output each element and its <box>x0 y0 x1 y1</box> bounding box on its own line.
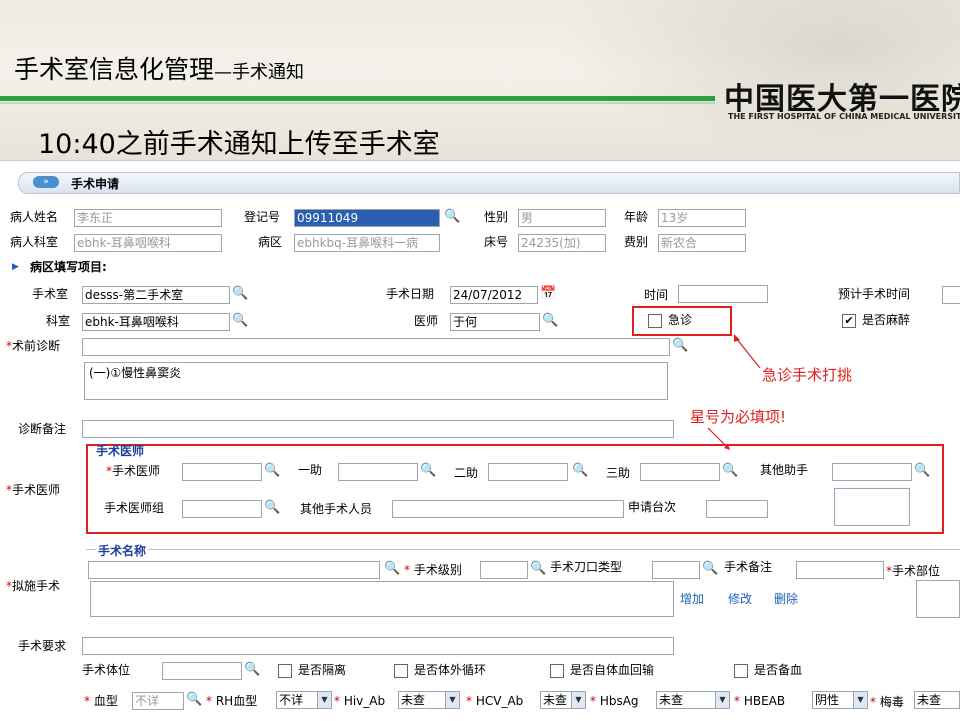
planned-group-title: 手术名称 <box>96 542 149 559</box>
op-req-label: 手术要求 <box>18 639 67 653</box>
other-assist-label: 其他助手 <box>760 463 809 477</box>
op-name-field[interactable] <box>88 561 380 579</box>
other-assist-list[interactable] <box>834 488 910 526</box>
other-staff-field[interactable] <box>392 500 624 518</box>
search-icon[interactable]: 🔍 <box>384 561 400 577</box>
hcv-label: * HCV_Ab <box>466 694 524 708</box>
search-icon[interactable]: 🔍 <box>264 463 280 479</box>
edit-link[interactable]: 修改 <box>728 590 752 607</box>
surgeon-label: *手术医师 <box>106 464 161 478</box>
planned-row-label: *拟施手术 <box>6 579 61 593</box>
surgeon-team-label: 手术医师组 <box>104 501 165 515</box>
assist1-label: 一助 <box>298 463 323 477</box>
incision-field[interactable] <box>652 561 700 579</box>
ecc-label: 是否体外循环 <box>414 663 487 677</box>
search-icon[interactable]: 🔍 <box>702 561 718 577</box>
planned-ops-list[interactable] <box>90 581 674 617</box>
op-site-label: *手术部位 <box>886 564 941 578</box>
assist3-field[interactable] <box>640 463 720 481</box>
surgeon-highlight-box <box>86 444 944 534</box>
syphilis-select[interactable]: 未查 <box>914 691 960 709</box>
hiv-label: * Hiv_Ab <box>334 694 386 708</box>
op-level-label: * 手术级别 <box>404 563 462 577</box>
diag-note-field[interactable] <box>82 420 674 438</box>
blood-prep-label: 是否备血 <box>754 663 803 677</box>
required-annotation: 星号为必填项! <box>690 408 787 426</box>
hbsag-select[interactable]: 未查 ▼ <box>656 691 730 709</box>
add-link[interactable]: 增加 <box>680 590 704 607</box>
rh-select[interactable]: 不详 ▼ <box>276 691 332 709</box>
surgeon-team-field[interactable] <box>182 500 262 518</box>
op-level-field[interactable] <box>480 561 528 579</box>
diag-note-label: 诊断备注 <box>18 422 67 436</box>
hcv-select[interactable]: 未查 ▼ <box>540 691 586 709</box>
assist1-field[interactable] <box>338 463 418 481</box>
op-req-field[interactable] <box>82 637 674 655</box>
autologous-label: 是否自体血回输 <box>570 663 655 677</box>
position-label: 手术体位 <box>82 663 131 677</box>
search-icon[interactable]: 🔍 <box>420 463 436 479</box>
blood-type-field[interactable]: 不详 <box>132 692 184 710</box>
emergency-annotation: 急诊手术打挑 <box>762 366 853 384</box>
search-icon[interactable]: 🔍 <box>914 463 930 479</box>
op-note-field[interactable] <box>796 561 884 579</box>
search-icon[interactable]: 🔍 <box>244 662 260 678</box>
search-icon[interactable]: 🔍 <box>530 561 546 577</box>
rh-label: * RH血型 <box>206 694 258 708</box>
chevron-down-icon: ▼ <box>571 692 585 708</box>
ecc-checkbox[interactable] <box>394 664 408 678</box>
hiv-select[interactable]: 未查 ▼ <box>398 691 460 709</box>
hbeab-label: * HBEAB <box>734 694 786 708</box>
delete-link[interactable]: 删除 <box>774 590 798 607</box>
other-assist-field[interactable] <box>832 463 912 481</box>
op-note-label: 手术备注 <box>724 560 773 574</box>
assist2-label: 二助 <box>454 466 479 480</box>
chevron-down-icon: ▼ <box>853 692 867 708</box>
blood-type-label: * 血型 <box>84 694 118 708</box>
isolation-label: 是否隔离 <box>298 663 347 677</box>
search-icon[interactable]: 🔍 <box>722 463 738 479</box>
emergency-arrowhead <box>734 334 740 342</box>
chevron-down-icon: ▼ <box>715 692 729 708</box>
search-icon[interactable]: 🔍 <box>572 463 588 479</box>
tables-label: 申请台次 <box>628 500 677 514</box>
incision-label: 手术刀口类型 <box>550 560 623 574</box>
assist3-label: 三助 <box>606 466 631 480</box>
op-site-field[interactable] <box>916 580 960 618</box>
chevron-down-icon: ▼ <box>445 692 459 708</box>
surgeon-row-label: *手术医师 <box>6 483 61 497</box>
surgeon-group-title: 手术医师 <box>96 444 145 458</box>
syphilis-label: * 梅毒 <box>870 695 904 709</box>
search-icon[interactable]: 🔍 <box>186 692 202 708</box>
assist2-field[interactable] <box>488 463 568 481</box>
other-staff-label: 其他手术人员 <box>300 502 373 516</box>
search-icon[interactable]: 🔍 <box>264 500 280 516</box>
hbeab-select[interactable]: 阴性 ▼ <box>812 691 868 709</box>
tables-field[interactable] <box>706 500 768 518</box>
autologous-checkbox[interactable] <box>550 664 564 678</box>
surgeon-field[interactable] <box>182 463 262 481</box>
planned-group-border <box>86 549 960 550</box>
emergency-arrow <box>735 337 761 369</box>
position-field[interactable] <box>162 662 242 680</box>
hbsag-label: * HbsAg <box>590 694 639 708</box>
blood-prep-checkbox[interactable] <box>734 664 748 678</box>
chevron-down-icon: ▼ <box>317 692 331 708</box>
isolation-checkbox[interactable] <box>278 664 292 678</box>
